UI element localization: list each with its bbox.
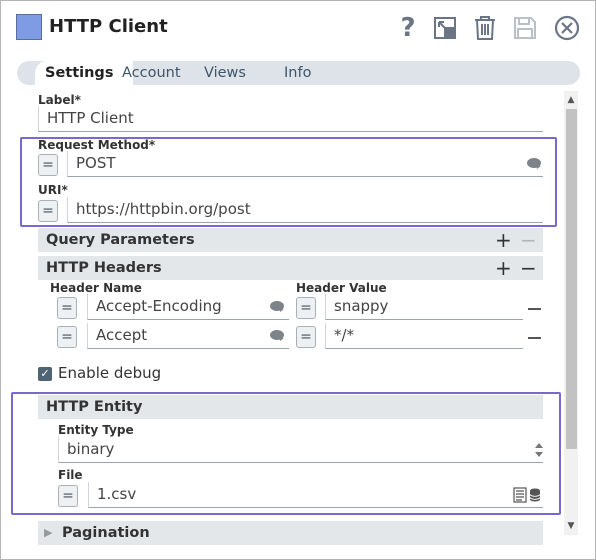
tab-settings[interactable]: Settings [35,61,133,85]
query-parameters-section: Query Parameters + − [38,228,543,252]
http-headers-section: HTTP Headers + − [38,256,543,280]
header-value-input[interactable]: snappy [325,294,523,320]
request-method-input[interactable]: POST [67,151,543,177]
uri-input[interactable]: https://httpbin.org/post [67,197,543,223]
pagination-title: Pagination [62,525,150,541]
snap-settings-dialog: HTTP Client ? Settings Account Views Inf… [0,0,596,560]
suggestion-icon[interactable] [270,330,284,340]
label-field-label: Label* [38,93,81,107]
http-headers-remove-button[interactable]: − [520,258,537,278]
query-parameters-title: Query Parameters [46,232,195,248]
scrollbar-thumb[interactable] [566,109,577,449]
header-name-expression-button[interactable]: = [57,326,77,348]
header-value-expression-button[interactable]: = [296,326,316,348]
scroll-down-arrow[interactable]: ▼ [564,519,578,533]
select-arrows-icon[interactable] [535,443,543,459]
help-glyph: ? [400,13,416,43]
request-method-value: POST [76,154,116,172]
file-label: File [58,468,83,482]
http-entity-section: HTTP Entity [38,395,543,419]
dialog-title: HTTP Client [49,16,168,37]
save-icon[interactable] [511,13,539,43]
request-method-label: Request Method* [38,138,156,152]
help-icon[interactable]: ? [394,13,422,43]
entity-type-label: Entity Type [58,423,134,437]
file-browse-icon[interactable] [513,487,527,507]
suggestion-icon[interactable] [270,301,284,311]
enable-debug-checkbox[interactable]: ✓ [38,367,52,381]
header-name-column: Header Name [50,281,142,295]
snap-color-swatch [16,14,42,40]
tab-bar: Settings Account Views Info [17,61,580,85]
remove-row-button[interactable] [528,337,541,339]
header-value-expression-button[interactable]: = [296,297,316,319]
header-value-column: Header Value [296,281,387,295]
pagination-section[interactable]: ▶ Pagination [38,521,543,545]
uri-label: URI* [38,183,68,197]
scroll-up-arrow[interactable]: ▲ [564,93,578,107]
remove-row-button[interactable] [528,308,541,310]
http-headers-add-button[interactable]: + [495,258,512,278]
export-icon[interactable] [431,13,459,43]
delete-icon[interactable] [471,13,499,43]
entity-type-select[interactable]: binary [58,437,543,463]
uri-expression-button[interactable]: = [38,200,58,222]
http-entity-title: HTTP Entity [46,399,143,415]
enable-debug-label: Enable debug [58,364,162,382]
request-method-expression-button[interactable]: = [38,154,58,176]
file-expression-button[interactable]: = [58,485,78,507]
query-parameters-remove-button[interactable]: − [520,230,537,250]
expand-arrow-icon: ▶ [44,526,53,539]
database-icon[interactable] [529,487,541,506]
query-parameters-add-button[interactable]: + [495,230,512,250]
header-name-expression-button[interactable]: = [57,297,77,319]
tab-account[interactable]: Account [122,61,181,85]
header-value-input[interactable]: */* [325,323,523,349]
tab-info[interactable]: Info [284,61,311,85]
label-input[interactable]: HTTP Client [38,106,543,132]
suggestion-icon[interactable] [527,158,541,168]
file-input[interactable]: 1.csv [88,482,543,508]
tab-views[interactable]: Views [204,61,246,85]
http-headers-title: HTTP Headers [46,260,162,276]
header-name-input[interactable]: Accept-Encoding [87,294,289,320]
close-icon[interactable] [553,13,581,43]
header-name-input[interactable]: Accept [87,323,289,349]
